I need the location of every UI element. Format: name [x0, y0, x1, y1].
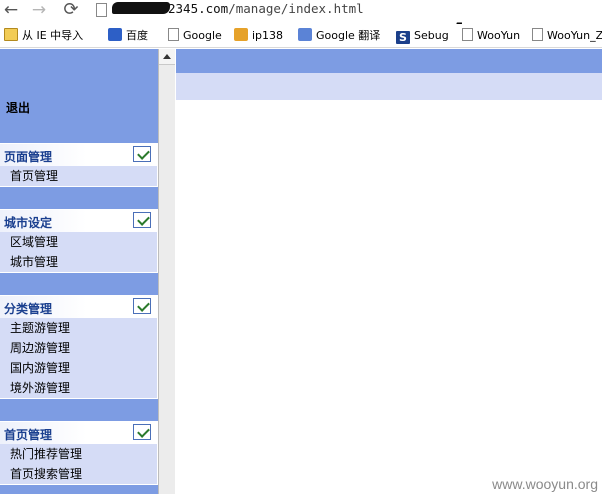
- bookmark-google[interactable]: Google: [168, 27, 222, 44]
- page-icon: [96, 3, 107, 17]
- url-path: /manage/index.html: [228, 1, 364, 16]
- bookmark-sebug[interactable]: S Sebug: [396, 27, 449, 44]
- page-icon: [168, 28, 179, 41]
- bookmark-label: WooYun: [477, 29, 521, 42]
- page-icon: [532, 28, 543, 41]
- menu-group-title: 城市设定: [4, 216, 53, 230]
- bookmark-label: ip138: [252, 29, 284, 42]
- bookmark-google-translate[interactable]: Google 翻译: [298, 27, 380, 44]
- bookmark-baidu[interactable]: 百度: [108, 27, 148, 44]
- logout-link[interactable]: 退出: [6, 99, 30, 116]
- checklist-icon: [133, 424, 151, 440]
- bookmark-label: Google 翻译: [316, 29, 381, 42]
- checklist-icon: [133, 298, 151, 314]
- bookmark-label: Google: [183, 29, 222, 42]
- menu-group-title: 首页管理: [4, 428, 53, 442]
- menu-group-city: 城市设定 区域管理 城市管理: [0, 209, 158, 273]
- menu-group-header[interactable]: 页面管理: [0, 144, 157, 166]
- menu-item-city[interactable]: 城市管理: [0, 252, 157, 272]
- menu-item-homepage[interactable]: 首页管理: [0, 166, 157, 186]
- url-text[interactable]: 2345.com/manage/index.html: [112, 1, 364, 16]
- menu-group-header[interactable]: 城市设定: [0, 210, 157, 232]
- menu-group-category: 分类管理 主题游管理 周边游管理 国内游管理 境外游管理: [0, 295, 158, 399]
- reload-icon[interactable]: ⟳: [62, 0, 80, 20]
- menu-group-title: 分类管理: [4, 302, 53, 316]
- menu-group-header[interactable]: 分类管理: [0, 296, 157, 318]
- bookmark-wooyun-zone[interactable]: WooYun_Zo: [532, 27, 602, 44]
- menu-item-domestic-tour[interactable]: 国内游管理: [0, 358, 157, 378]
- watermark: www.wooyun.org: [492, 476, 598, 492]
- bookmark-label: 百度: [126, 29, 148, 42]
- page-icon: [462, 28, 473, 41]
- ip-icon: [234, 28, 248, 41]
- menu-group-homepage: 首页管理 热门推荐管理 首页搜索管理: [0, 421, 158, 485]
- menu-group-page: 页面管理 首页管理: [0, 143, 158, 187]
- menu-item-homepage-search[interactable]: 首页搜索管理: [0, 464, 157, 484]
- bookmark-wooyun[interactable]: WooYun: [462, 27, 520, 44]
- browser-toolbar: ← → ⟳ 2345.com/manage/index.html ↖: [0, 0, 602, 37]
- bookmark-label: 从 IE 中导入: [22, 29, 84, 42]
- paw-icon: [108, 28, 122, 41]
- forward-arrow-icon[interactable]: →: [30, 0, 48, 20]
- scroll-up-arrow-icon[interactable]: [159, 49, 175, 65]
- menu-item-theme-tour[interactable]: 主题游管理: [0, 318, 157, 338]
- checklist-icon: [133, 146, 151, 162]
- main-subheader-bar: [176, 73, 602, 100]
- url-host: 2345.com: [168, 1, 229, 16]
- menu-item-overseas-tour[interactable]: 境外游管理: [0, 378, 157, 398]
- redacted-domain: [112, 2, 170, 14]
- folder-icon: [4, 28, 18, 41]
- s-icon: S: [396, 31, 410, 44]
- address-bar[interactable]: 2345.com/manage/index.html: [92, 0, 602, 20]
- bookmark-import-ie[interactable]: 从 IE 中导入: [4, 27, 83, 44]
- bookmark-label: Sebug: [414, 29, 449, 42]
- checklist-icon: [133, 212, 151, 228]
- menu-item-region[interactable]: 区域管理: [0, 232, 157, 252]
- menu-item-hot-recommend[interactable]: 热门推荐管理: [0, 444, 157, 464]
- bookmark-ip138[interactable]: ip138: [234, 27, 283, 44]
- back-arrow-icon[interactable]: ←: [2, 0, 20, 20]
- sidebar: 退出 页面管理 首页管理 城市设定 区域管理 城市管理 分类管理 主题游管理 周…: [0, 49, 158, 494]
- translate-icon: [298, 28, 312, 41]
- bookmarks-bar: 从 IE 中导入 百度 Google ip138 Google 翻译 S Sebu…: [0, 24, 602, 48]
- bookmark-label: WooYun_Zo: [547, 29, 602, 42]
- sidebar-scrollbar[interactable]: [158, 49, 175, 494]
- menu-item-nearby-tour[interactable]: 周边游管理: [0, 338, 157, 358]
- menu-group-header[interactable]: 首页管理: [0, 422, 157, 444]
- main-header-bar: [176, 49, 602, 73]
- main-content-area: [176, 100, 602, 494]
- menu-group-title: 页面管理: [4, 150, 53, 164]
